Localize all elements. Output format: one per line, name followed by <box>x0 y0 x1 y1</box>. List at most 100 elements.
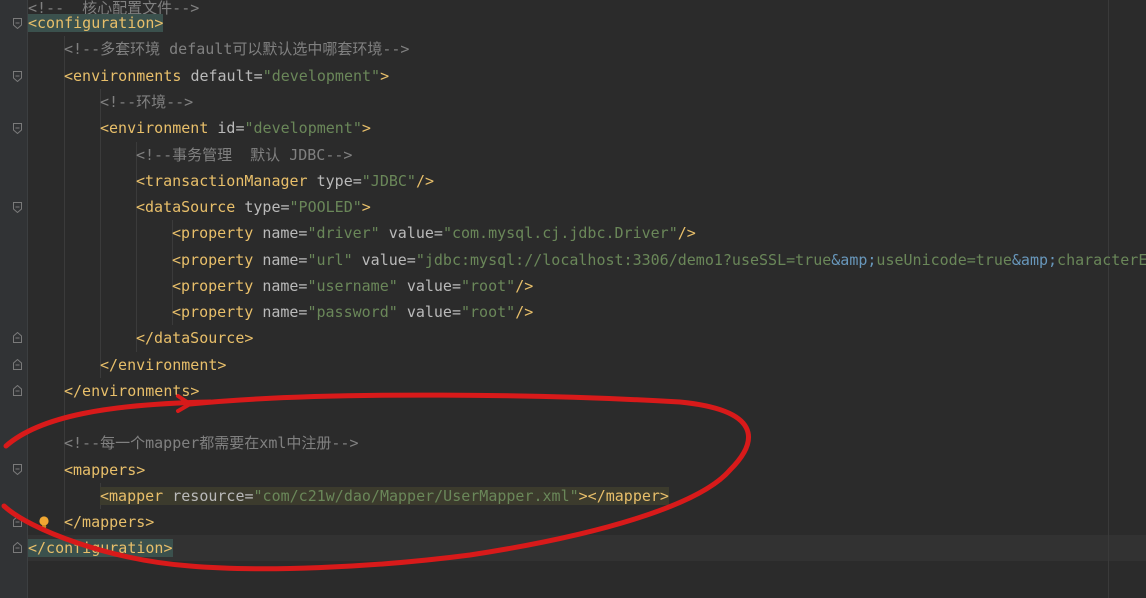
code-token: > <box>361 119 371 137</box>
code-token: <dataSource <box>136 198 245 216</box>
code-line[interactable]: </environments> <box>28 378 199 404</box>
code-token: "username" <box>307 277 407 295</box>
editor-gutter[interactable] <box>0 0 27 598</box>
code-line[interactable]: </mappers> <box>28 509 154 535</box>
code-token: id= <box>217 119 245 137</box>
code-token: /> <box>415 172 435 190</box>
code-token: <!--多套环境 default可以默认选中哪套环境--> <box>64 40 410 58</box>
code-token: "root" <box>461 303 516 321</box>
code-line-content: <property name="username" value="root"/> <box>172 277 533 295</box>
code-token: value= <box>406 303 461 321</box>
fold-icon[interactable] <box>13 464 22 475</box>
code-token: <mappers> <box>64 461 146 479</box>
code-token: /> <box>515 303 534 321</box>
code-line-content: <environment id="development"> <box>100 119 371 137</box>
code-line[interactable]: <environments default="development"> <box>28 63 389 89</box>
code-token: &amp; <box>831 251 877 269</box>
code-line-content: <property name="url" value="jdbc:mysql:/… <box>172 251 1146 269</box>
code-line[interactable]: <!--环境--> <box>28 89 193 115</box>
fold-icon[interactable] <box>13 18 22 29</box>
code-token: </environments> <box>64 382 200 400</box>
code-token: <configuration> <box>28 14 164 32</box>
current-line-highlight <box>28 535 1146 561</box>
code-line[interactable]: <property name="password" value="root"/> <box>28 299 533 325</box>
fold-icon[interactable] <box>13 202 22 213</box>
fold-end-icon[interactable] <box>13 332 22 343</box>
code-token: <mapper <box>100 487 173 505</box>
code-token: "password" <box>307 303 407 321</box>
code-token: "com.mysql.cj.jdbc.Driver" <box>442 224 678 242</box>
code-line-content: </dataSource> <box>136 329 253 347</box>
code-token: </mappers> <box>64 513 155 531</box>
code-line[interactable]: <property name="url" value="jdbc:mysql:/… <box>28 247 1146 273</box>
code-token: <!--环境--> <box>100 93 194 111</box>
fold-end-icon[interactable] <box>13 385 22 396</box>
code-token: name= <box>262 224 308 242</box>
code-line-content: </configuration> <box>28 539 173 557</box>
code-token: value= <box>406 277 461 295</box>
fold-end-icon[interactable] <box>13 542 22 553</box>
code-line[interactable]: <!--事务管理 默认 JDBC--> <box>28 142 352 168</box>
fold-icon[interactable] <box>13 123 22 134</box>
code-token: "POOLED" <box>289 198 362 216</box>
code-token: > <box>361 198 371 216</box>
code-line[interactable]: <mappers> <box>28 457 145 483</box>
code-token: "driver" <box>307 224 389 242</box>
code-token: </configuration> <box>28 539 173 557</box>
code-token: type= <box>316 172 362 190</box>
code-line-content: </environments> <box>64 382 199 400</box>
code-token: "development" <box>244 119 362 137</box>
code-token: ></mapper> <box>578 487 669 505</box>
code-token: <!--每一个mapper都需要在xml中注册--> <box>64 434 359 452</box>
fold-icon[interactable] <box>13 71 22 82</box>
code-line-content: <property name="driver" value="com.mysql… <box>172 224 696 242</box>
code-line[interactable]: </configuration> <box>28 535 173 561</box>
code-line[interactable]: <!--每一个mapper都需要在xml中注册--> <box>28 430 359 456</box>
code-token: <property <box>172 303 263 321</box>
code-token: name= <box>262 277 308 295</box>
code-token: type= <box>244 198 290 216</box>
code-line[interactable]: <property name="driver" value="com.mysql… <box>28 220 696 246</box>
code-token: <property <box>172 224 263 242</box>
code-line[interactable]: </dataSource> <box>28 325 253 351</box>
code-token: "com/c21w/dao/Mapper/UserMapper.xml" <box>253 487 579 505</box>
code-token: value= <box>361 251 416 269</box>
code-token: name= <box>262 251 308 269</box>
code-line[interactable]: <dataSource type="POOLED"> <box>28 194 371 220</box>
code-line-content: <!--每一个mapper都需要在xml中注册--> <box>64 434 359 452</box>
code-token: "development" <box>262 67 381 85</box>
code-line[interactable]: <property name="username" value="root"/> <box>28 273 533 299</box>
code-line-content: <!--多套环境 default可以默认选中哪套环境--> <box>64 40 409 58</box>
code-line[interactable]: </environment> <box>28 352 226 378</box>
code-token: > <box>380 67 390 85</box>
code-token: </dataSource> <box>136 329 254 347</box>
code-token: <!--事务管理 默认 JDBC--> <box>136 146 353 164</box>
code-line[interactable]: <mapper resource="com/c21w/dao/Mapper/Us… <box>28 483 669 509</box>
code-token: </environment> <box>100 356 227 374</box>
code-token: /> <box>677 224 696 242</box>
code-token: default= <box>190 67 263 85</box>
code-line[interactable]: <!--多套环境 default可以默认选中哪套环境--> <box>28 36 409 62</box>
fold-end-icon[interactable] <box>13 359 22 370</box>
code-token: &amp; <box>1011 251 1058 269</box>
code-line-content: <environments default="development"> <box>64 67 389 85</box>
code-token: value= <box>388 224 443 242</box>
code-line-content: <mapper resource="com/c21w/dao/Mapper/Us… <box>100 487 669 505</box>
code-line-content: </mappers> <box>64 513 154 531</box>
code-line-content: <!--环境--> <box>100 93 193 111</box>
code-token: "jdbc:mysql://localhost:3306/demo1?useSS… <box>415 251 832 269</box>
code-line-content: <property name="password" value="root"/> <box>172 303 533 321</box>
code-line-content: <dataSource type="POOLED"> <box>136 198 371 216</box>
code-line-content: <transactionManager type="JDBC"/> <box>136 172 434 190</box>
code-token: "root" <box>461 277 516 295</box>
right-margin-guide <box>1108 0 1109 598</box>
code-line[interactable]: <configuration> <box>28 10 164 36</box>
code-token: <transactionManager <box>136 172 317 190</box>
code-line[interactable]: <transactionManager type="JDBC"/> <box>28 168 434 194</box>
code-token: resource= <box>172 487 254 505</box>
code-token: <environment <box>100 119 218 137</box>
code-line[interactable]: <environment id="development"> <box>28 115 371 141</box>
code-line-content: <!--事务管理 默认 JDBC--> <box>136 146 352 164</box>
code-editor[interactable]: <!-- 核心配置文件--> <configuration> <!--多套环境 de… <box>0 0 1146 598</box>
fold-end-icon[interactable] <box>13 516 22 527</box>
